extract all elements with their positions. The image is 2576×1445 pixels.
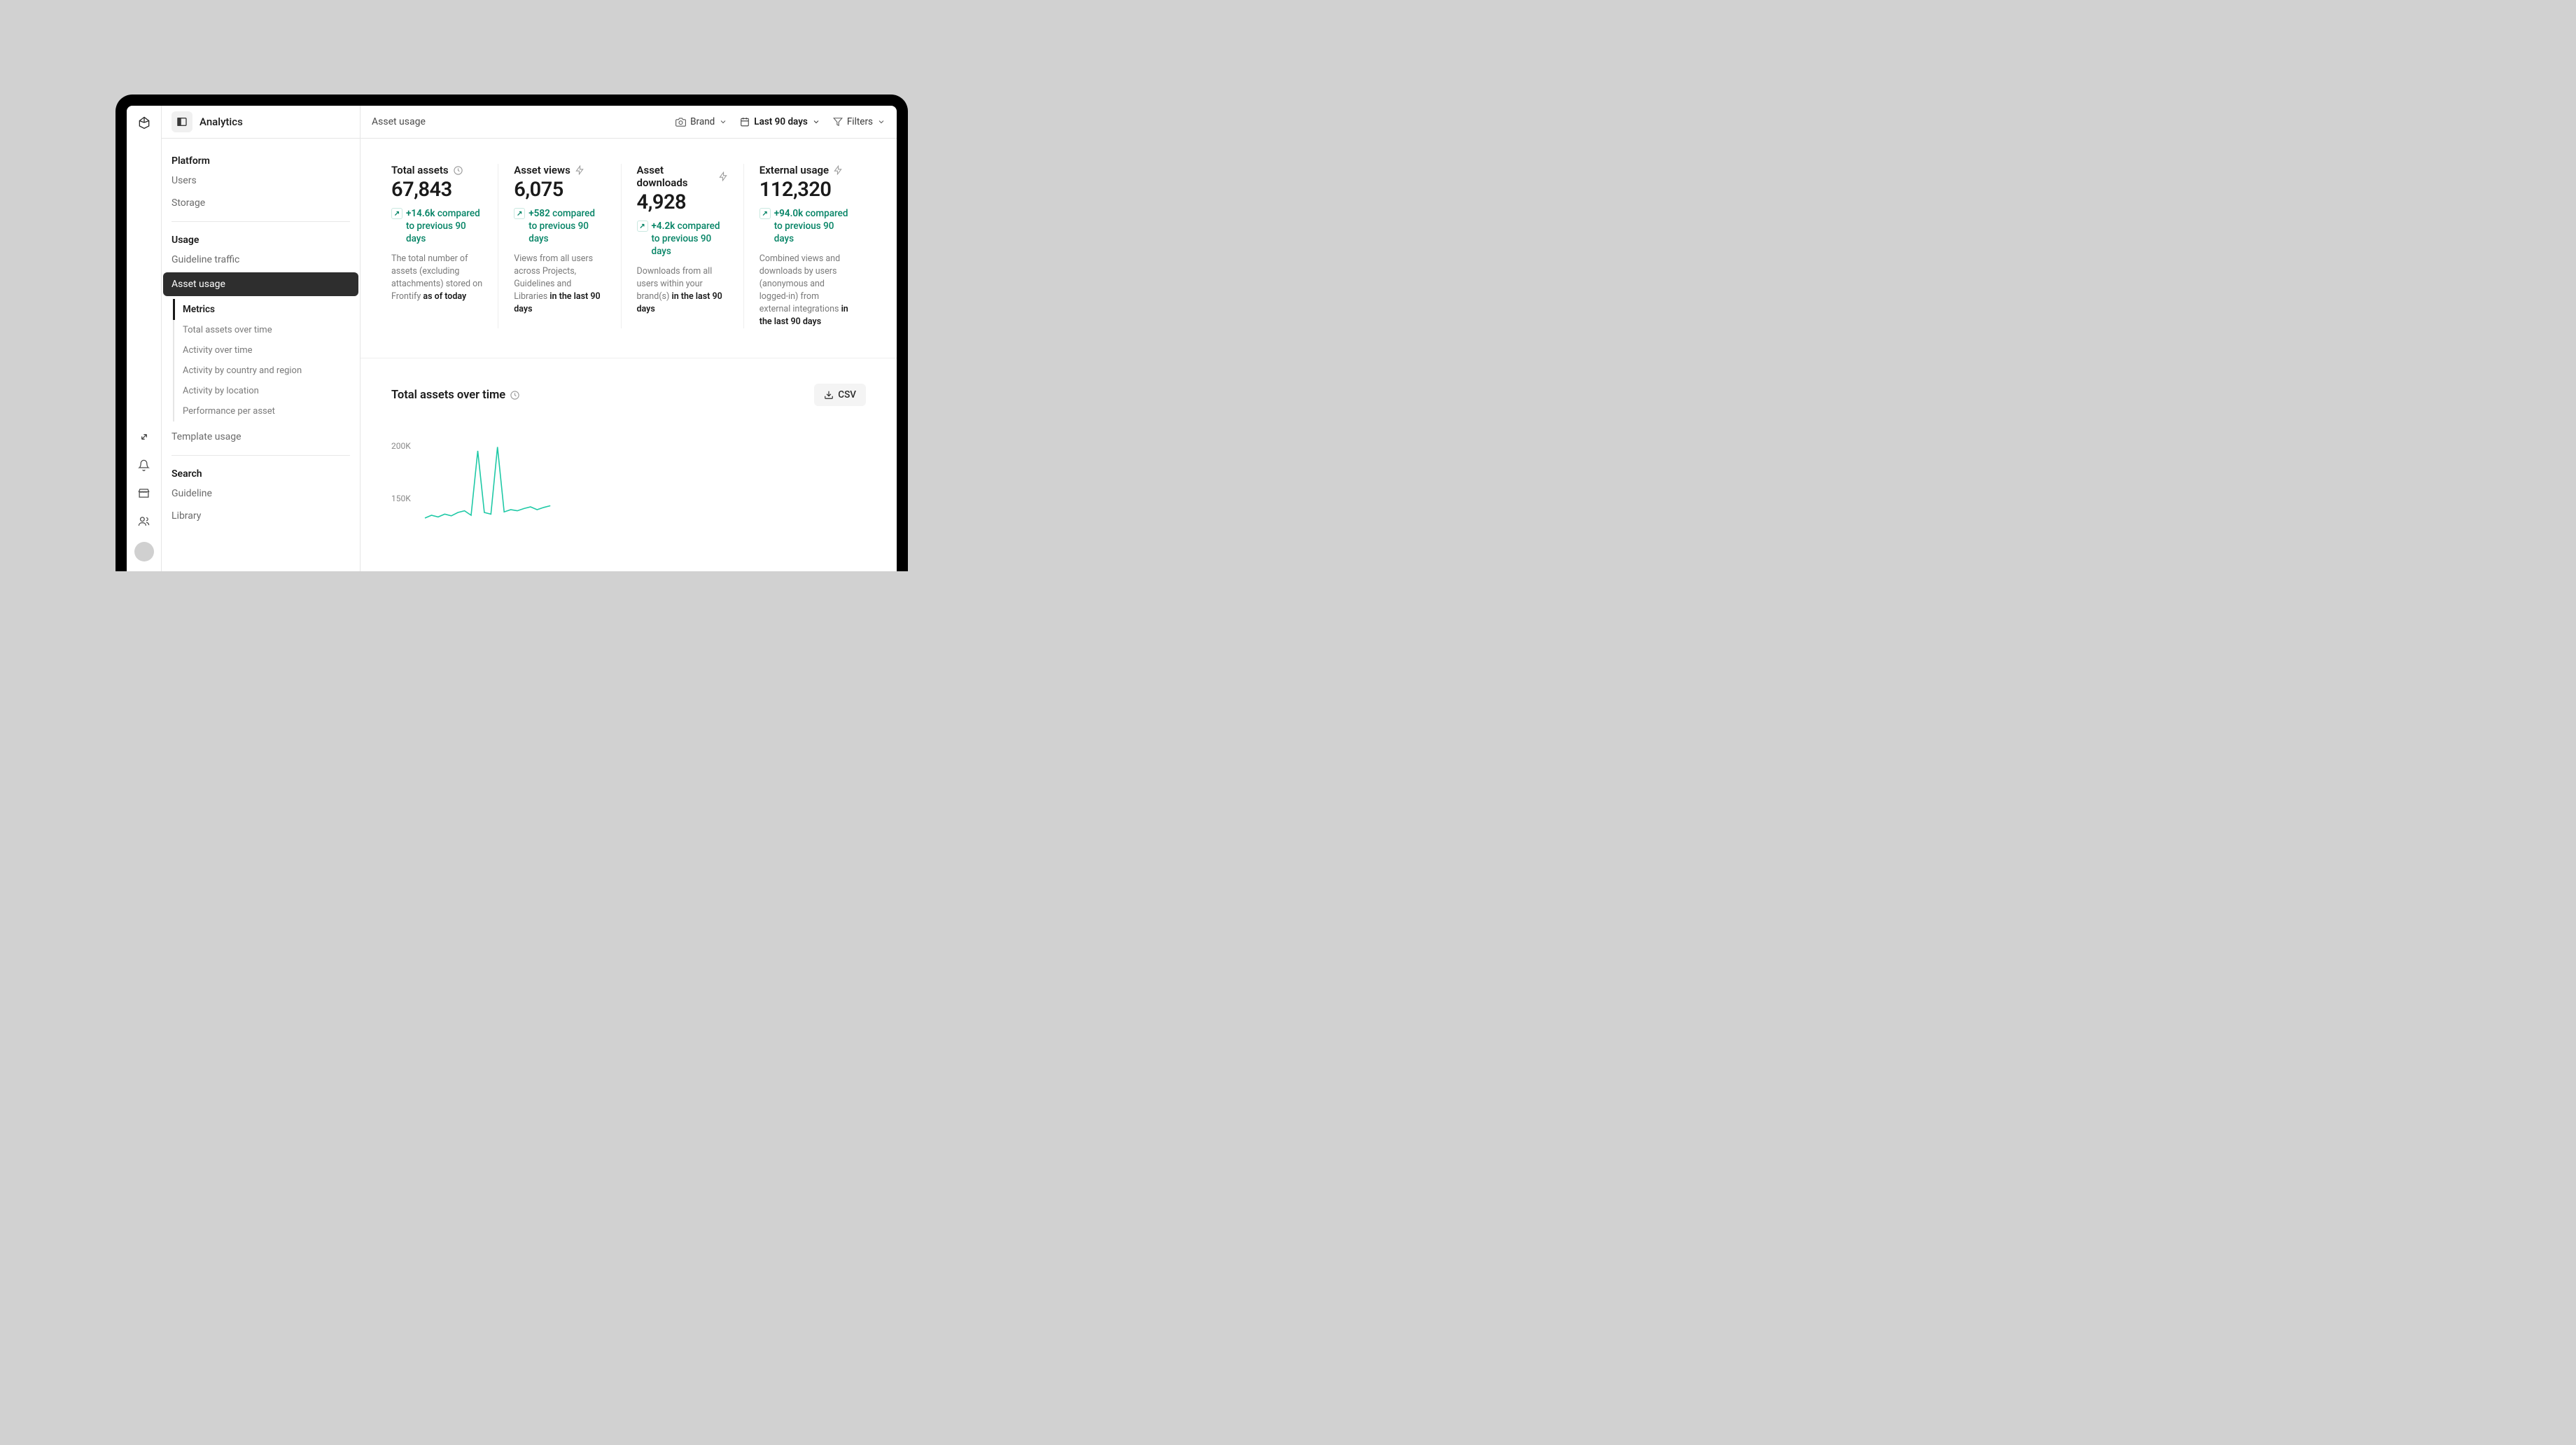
metric-card-asset-downloads: Asset downloads4,928 ↗+4.2k compared to p… (621, 164, 743, 328)
sidebar-subitem-total-assets-over-time[interactable]: Total assets over time (183, 320, 350, 340)
filters-label: Filters (847, 116, 873, 127)
metric-title: Total assets (391, 164, 482, 176)
main: Asset usage Brand Last 90 days Filt (360, 106, 897, 571)
chevron-down-icon (812, 118, 820, 126)
store-icon[interactable] (137, 486, 151, 500)
sidebar-subitem-activity-over-time[interactable]: Activity over time (183, 340, 350, 361)
trend-up-icon: ↗ (637, 221, 648, 232)
sidebar-item-users[interactable]: Users (172, 169, 350, 192)
trend-up-icon: ↗ (514, 208, 525, 219)
content: Total assets 67,843 ↗+14.6k compared to pr… (360, 139, 897, 571)
sidebar-title: Analytics (200, 116, 243, 128)
nav-heading: Search (172, 463, 350, 482)
y-tick-label: 200K (391, 441, 411, 451)
chevron-down-icon (719, 118, 727, 126)
chevron-down-icon (877, 118, 886, 126)
sidebar-item-guideline-traffic[interactable]: Guideline traffic (172, 249, 350, 271)
breadcrumb: Asset usage (372, 116, 426, 127)
brand-logo-icon[interactable] (137, 116, 151, 130)
date-range-label: Last 90 days (754, 116, 808, 127)
expand-icon[interactable] (137, 430, 151, 444)
metric-card-external-usage: External usage 112,320 ↗+94.0k compared to… (743, 164, 866, 328)
sidebar-item-template-usage[interactable]: Template usage (172, 426, 350, 448)
sidebar-subitem-activity-by-location[interactable]: Activity by location (183, 381, 350, 401)
metric-delta: ↗+4.2k compared to previous 90 days (637, 220, 728, 258)
metric-description: Views from all users across Projects, Gu… (514, 253, 605, 316)
sidebar-item-asset-usage[interactable]: Asset usage (163, 272, 358, 296)
download-icon (824, 390, 834, 400)
sidebar: Analytics PlatformUsersStorageUsageGuide… (162, 106, 360, 571)
users-icon[interactable] (137, 514, 151, 528)
metrics-row: Total assets 67,843 ↗+14.6k compared to pr… (360, 139, 897, 358)
chart-title: Total assets over time (391, 389, 520, 402)
metric-description: Downloads from all users within your bra… (637, 265, 728, 316)
metric-value: 6,075 (514, 178, 605, 202)
metric-delta: ↗+14.6k compared to previous 90 days (391, 207, 482, 246)
sidebar-subitem-metrics[interactable]: Metrics (173, 299, 350, 320)
clock-icon (453, 165, 463, 176)
nav-divider (172, 455, 350, 456)
sidebar-subitem-activity-by-country-and-region[interactable]: Activity by country and region (183, 361, 350, 381)
left-rail (127, 106, 162, 571)
trend-up-icon: ↗ (391, 208, 402, 219)
sidebar-item-storage[interactable]: Storage (172, 192, 350, 214)
brand-dropdown-label: Brand (690, 116, 715, 127)
topbar: Asset usage Brand Last 90 days Filt (360, 106, 897, 139)
app-screen: Analytics PlatformUsersStorageUsageGuide… (127, 106, 897, 571)
sidebar-item-guideline[interactable]: Guideline (172, 482, 350, 505)
filters-dropdown[interactable]: Filters (833, 116, 886, 127)
metric-title: Asset downloads (637, 164, 728, 189)
metric-value: 67,843 (391, 178, 482, 202)
sidebar-subitem-performance-per-asset[interactable]: Performance per asset (183, 401, 350, 421)
metric-title: External usage (760, 164, 850, 176)
metric-description: The total number of assets (excluding at… (391, 253, 482, 304)
nav-heading: Platform (172, 150, 350, 169)
y-tick-label: 150K (391, 494, 411, 503)
csv-label: CSV (838, 389, 856, 400)
bolt-icon (833, 165, 843, 175)
sidebar-item-library[interactable]: Library (172, 505, 350, 527)
metric-delta: ↗+94.0k compared to previous 90 days (760, 207, 850, 246)
metric-card-total-assets: Total assets 67,843 ↗+14.6k compared to pr… (391, 164, 498, 328)
nav-divider (172, 221, 350, 222)
trend-up-icon: ↗ (760, 208, 771, 219)
bolt-icon (575, 165, 584, 175)
metric-value: 4,928 (637, 190, 728, 214)
nav-sub: MetricsTotal assets over timeActivity ov… (173, 299, 350, 421)
bell-icon[interactable] (137, 458, 151, 472)
device-frame: Analytics PlatformUsersStorageUsageGuide… (115, 95, 908, 571)
chart-line (418, 424, 866, 543)
chart-area: 200K 150K (391, 424, 866, 543)
avatar[interactable] (134, 542, 154, 561)
brand-dropdown[interactable]: Brand (676, 116, 727, 127)
export-csv-button[interactable]: CSV (814, 384, 866, 406)
clock-icon (510, 390, 520, 400)
metric-card-asset-views: Asset views 6,075 ↗+582 compared to previo… (498, 164, 620, 328)
date-range-dropdown[interactable]: Last 90 days (740, 116, 820, 127)
nav-heading: Usage (172, 229, 350, 249)
metric-title: Asset views (514, 164, 605, 176)
sidebar-header: Analytics (162, 106, 360, 139)
sidebar-collapse-button[interactable] (172, 111, 192, 132)
metric-value: 112,320 (760, 178, 850, 202)
chart-section: Total assets over time CSV 200K 150K (360, 358, 897, 543)
metric-delta: ↗+582 compared to previous 90 days (514, 207, 605, 246)
metric-description: Combined views and downloads by users (a… (760, 253, 850, 329)
bolt-icon (718, 172, 728, 181)
